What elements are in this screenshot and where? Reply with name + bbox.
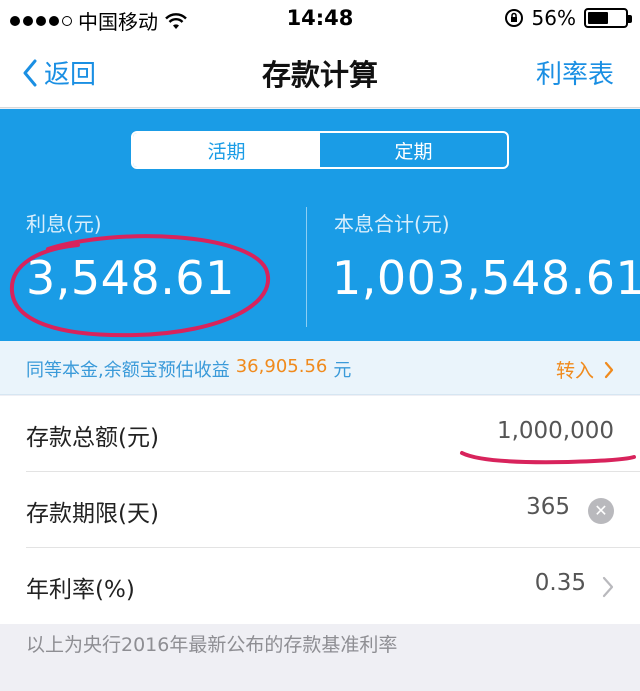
term-label: 存款期限(天) (26, 501, 159, 527)
status-bar: 中国移动 14:48 56% (0, 0, 640, 36)
navigation-bar: 返回 存款计算 利率表 (0, 36, 640, 108)
summary-panel: 活期 定期 利息(元) 3,548.61 本息合计(元) 1,003,548.6… (0, 109, 640, 341)
clear-icon[interactable]: ✕ (588, 498, 614, 524)
rate-value: 0.35 (534, 570, 586, 596)
rate-footnote: 以上为央行2016年最新公布的存款基准利率 (26, 634, 398, 656)
status-right: 56% (504, 6, 632, 30)
handwritten-circle-annotation (9, 234, 270, 338)
rate-row[interactable]: 年利率(%) 0.35 (26, 548, 640, 624)
rate-table-button[interactable]: 利率表 (536, 54, 614, 91)
yuebao-comparison-banner: 同等本金,余额宝预估收益 36,905.56 元 转入 (0, 341, 640, 395)
transfer-in-label: 转入 (555, 360, 594, 382)
transfer-in-button[interactable]: 转入 (556, 356, 614, 383)
promo-text-group: 同等本金,余额宝预估收益 36,905.56 元 (26, 356, 351, 382)
tab-demand-deposit[interactable]: 活期 (133, 133, 320, 167)
handwritten-underline-annotation (460, 451, 636, 465)
chevron-right-icon (604, 361, 614, 378)
summary-divider (306, 207, 307, 327)
rotation-lock-icon (504, 9, 523, 27)
battery-percent: 56% (531, 6, 576, 30)
deposit-type-segmented-control: 活期 定期 (131, 131, 509, 169)
total-value: 1,003,548.61 (332, 251, 640, 305)
promo-text: 同等本金,余额宝预估收益 (26, 360, 230, 381)
battery-icon (584, 8, 632, 28)
amount-input[interactable]: 1,000,000 (497, 418, 614, 444)
chevron-right-icon (602, 576, 614, 598)
promo-amount: 36,905.56 (235, 356, 328, 377)
promo-unit: 元 (333, 360, 352, 381)
term-input[interactable]: 365 (526, 494, 570, 520)
total-label: 本息合计(元) (334, 212, 450, 236)
deposit-form: 存款总额(元) 1,000,000 存款期限(天) 365 ✕ 年利率(%) 0… (0, 396, 640, 624)
tab-fixed-deposit[interactable]: 定期 (320, 133, 507, 167)
rate-label: 年利率(%) (26, 577, 135, 603)
term-row: 存款期限(天) 365 ✕ (26, 472, 640, 548)
amount-label: 存款总额(元) (26, 425, 159, 451)
